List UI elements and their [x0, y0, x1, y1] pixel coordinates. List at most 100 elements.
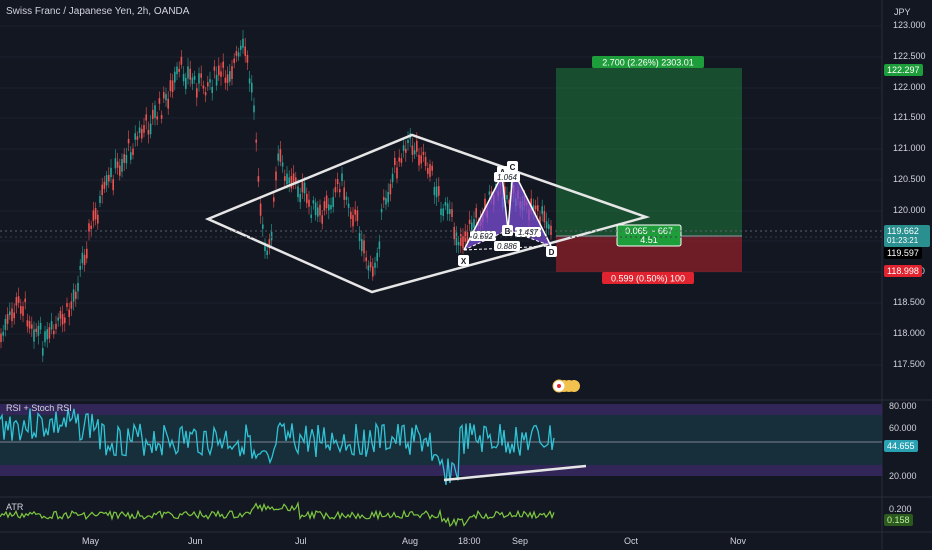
candle-body: [319, 204, 321, 216]
candle-body: [116, 161, 119, 168]
candle-body: [141, 128, 143, 139]
candle-body: [257, 176, 260, 182]
candle-body: [99, 196, 101, 204]
candle-body: [279, 149, 282, 162]
candle-body: [451, 209, 453, 217]
time-tick: Oct: [624, 536, 639, 546]
price-tick: 118.500: [893, 297, 925, 307]
candle-body: [156, 116, 158, 120]
candle-body: [72, 289, 75, 302]
candle-body: [339, 189, 341, 193]
time-tick: Jul: [295, 536, 307, 546]
candle-body: [13, 312, 15, 319]
candle-body: [301, 180, 304, 193]
events-icon[interactable]: [552, 379, 580, 393]
candle-body: [53, 330, 55, 335]
candle-body: [259, 203, 262, 216]
candle-body: [449, 209, 451, 214]
candle-body: [292, 173, 295, 183]
candle-body: [130, 152, 132, 160]
candle-body: [286, 173, 288, 185]
chart-canvas[interactable]: X A B C D 0.592 1.064 0.886 1.437 2.700 …: [0, 0, 932, 550]
candle-body: [132, 148, 134, 155]
candle-body: [534, 205, 537, 210]
candle-body: [248, 78, 251, 84]
candle-body: [81, 252, 84, 264]
candle-body: [281, 162, 284, 167]
ratio-ac-label: 1.064: [497, 173, 518, 182]
rsi-upper-band: [0, 404, 882, 415]
price-tick: 121.000: [893, 143, 926, 153]
candle-body: [391, 173, 394, 183]
candle-body: [442, 208, 444, 217]
candle-body: [312, 200, 315, 204]
candle-body: [537, 205, 539, 211]
rsi-lower-band: [0, 465, 882, 476]
candle-body: [468, 219, 471, 224]
candle-body: [198, 73, 200, 84]
price-tick: 121.500: [893, 112, 926, 122]
candle-body: [9, 311, 11, 316]
symbol-title[interactable]: Swiss Franc / Japanese Yen, 2h, OANDA: [6, 6, 189, 17]
candle-body: [66, 303, 68, 307]
candle-body: [218, 65, 220, 76]
price-tick: 117.500: [893, 359, 925, 369]
candle-body: [303, 182, 306, 194]
candle-body: [440, 208, 442, 216]
candle-body: [24, 298, 26, 303]
candle-body: [101, 184, 103, 196]
candle-body: [336, 179, 339, 184]
candle-body: [215, 74, 218, 86]
candle-body: [79, 266, 81, 270]
candle-body: [213, 66, 216, 71]
candle-body: [4, 319, 7, 330]
candle-body: [75, 291, 77, 299]
candle-body: [330, 205, 332, 210]
candle-body: [317, 207, 319, 217]
time-tick: Jun: [188, 536, 203, 546]
candle-body: [462, 236, 464, 249]
candle-body: [88, 223, 90, 232]
candle-body: [416, 140, 418, 152]
candle-body: [457, 242, 460, 246]
candle-body: [224, 77, 227, 83]
candle-body: [57, 317, 59, 321]
candle-body: [341, 173, 343, 182]
candle-body: [46, 329, 48, 340]
candle-body: [86, 248, 88, 259]
stop-price-badge: 118.998: [884, 265, 922, 277]
candle-body: [61, 314, 64, 325]
candle-body: [229, 71, 231, 82]
candle-body: [202, 85, 205, 89]
candle-body: [244, 46, 246, 56]
candle-body: [506, 195, 508, 200]
candle-body: [347, 203, 350, 208]
candle-body: [444, 202, 447, 206]
candle-body: [97, 214, 99, 224]
main-pane[interactable]: [0, 0, 882, 400]
profit-zone[interactable]: [556, 68, 742, 236]
atr-value-badge: 0.158: [884, 514, 913, 526]
candle-body: [354, 209, 356, 215]
candle-body: [77, 282, 79, 292]
candle-body: [365, 257, 367, 262]
profit-label: 2.700 (2.26%) 2303.01: [602, 58, 694, 68]
candle-body: [418, 154, 420, 166]
candle-body: [380, 208, 383, 213]
candle-body: [290, 176, 293, 189]
atr-panel-label[interactable]: ATR: [6, 502, 23, 512]
candle-body: [378, 241, 381, 249]
price-tick: 120.500: [893, 174, 926, 184]
candle-body: [154, 105, 156, 118]
candle-body: [240, 45, 242, 50]
candle-body: [114, 158, 117, 169]
candle-body: [185, 77, 187, 89]
ratio-bd-label: 0.886: [497, 242, 518, 251]
rsi-panel-label[interactable]: RSI + Stoch RSI: [6, 403, 72, 413]
candle-body: [15, 297, 18, 306]
candle-body: [171, 80, 174, 93]
candle-body: [350, 211, 352, 219]
candle-body: [191, 77, 194, 84]
candle-body: [387, 192, 389, 203]
candle-body: [411, 145, 414, 155]
